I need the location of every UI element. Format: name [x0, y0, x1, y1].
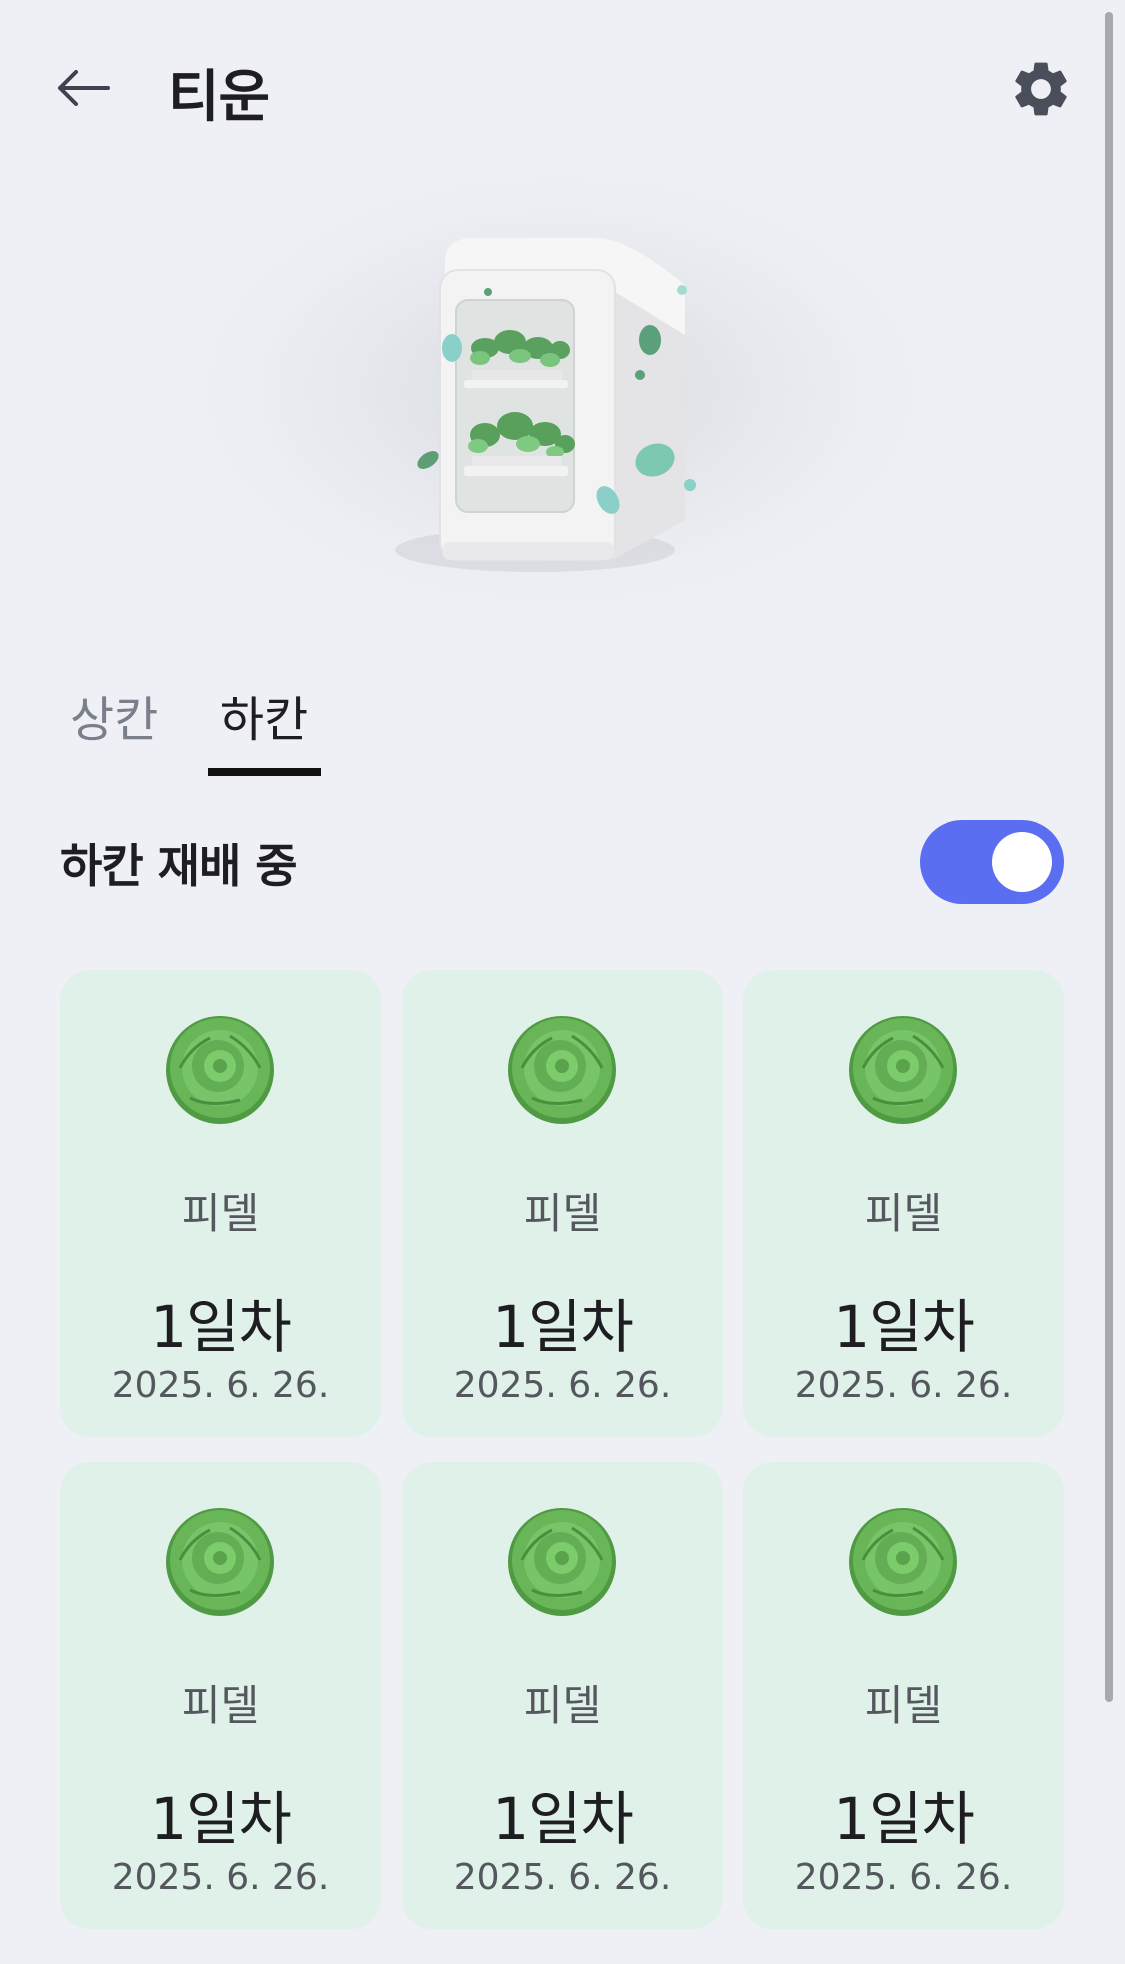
lettuce-icon: [166, 1508, 274, 1616]
planted-date: 2025. 6. 26.: [111, 1365, 330, 1406]
plant-card[interactable]: 피델 1일차 2025. 6. 26.: [743, 970, 1064, 1437]
plant-card[interactable]: 피델 1일차 2025. 6. 26.: [402, 1462, 723, 1929]
scrollbar-thumb[interactable]: [1105, 12, 1113, 1702]
active-tab-indicator: [208, 768, 321, 776]
tab-upper[interactable]: 상칸: [70, 680, 170, 780]
plant-name: 피델: [523, 1189, 602, 1238]
plant-card[interactable]: 피델 1일차 2025. 6. 26.: [743, 1462, 1064, 1929]
app-screen: 티운 상칸 하칸 하칸 재배 중 피델 1일차 2025. 6. 26. 피델 …: [0, 0, 1125, 1964]
section-title: 하칸 재배 중: [60, 839, 298, 893]
settings-button[interactable]: [1008, 56, 1074, 122]
toggle-knob: [992, 832, 1052, 892]
growth-day: 1일차: [833, 1785, 975, 1853]
gear-icon: [1015, 62, 1067, 116]
plant-name: 피델: [864, 1189, 943, 1238]
lettuce-icon: [508, 1016, 616, 1124]
plant-card[interactable]: 피델 1일차 2025. 6. 26.: [60, 970, 381, 1437]
growth-day: 1일차: [150, 1293, 292, 1361]
growth-day: 1일차: [833, 1293, 975, 1361]
planted-date: 2025. 6. 26.: [794, 1365, 1013, 1406]
growth-day: 1일차: [492, 1785, 634, 1853]
lettuce-icon: [849, 1508, 957, 1616]
growth-day: 1일차: [150, 1785, 292, 1853]
planted-date: 2025. 6. 26.: [111, 1857, 330, 1898]
lettuce-icon: [849, 1016, 957, 1124]
arrow-left-icon: [58, 70, 110, 106]
plant-card[interactable]: 피델 1일차 2025. 6. 26.: [60, 1462, 381, 1929]
planted-date: 2025. 6. 26.: [453, 1365, 672, 1406]
page-title: 티운: [168, 65, 270, 130]
plant-name: 피델: [864, 1681, 943, 1730]
tab-lower[interactable]: 하칸: [208, 680, 320, 780]
cultivation-toggle[interactable]: [920, 820, 1064, 904]
shelf-tabs: 상칸 하칸: [0, 680, 1125, 780]
hero-section: [0, 130, 1100, 670]
lettuce-icon: [508, 1508, 616, 1616]
plant-name: 피델: [181, 1681, 260, 1730]
planted-date: 2025. 6. 26.: [794, 1857, 1013, 1898]
planter-device-illustration: [395, 238, 696, 572]
growth-day: 1일차: [492, 1293, 634, 1361]
plant-name: 피델: [523, 1681, 602, 1730]
plant-name: 피델: [181, 1189, 260, 1238]
back-button[interactable]: [48, 58, 118, 118]
lettuce-icon: [166, 1016, 274, 1124]
plant-card[interactable]: 피델 1일차 2025. 6. 26.: [402, 970, 723, 1437]
planted-date: 2025. 6. 26.: [453, 1857, 672, 1898]
